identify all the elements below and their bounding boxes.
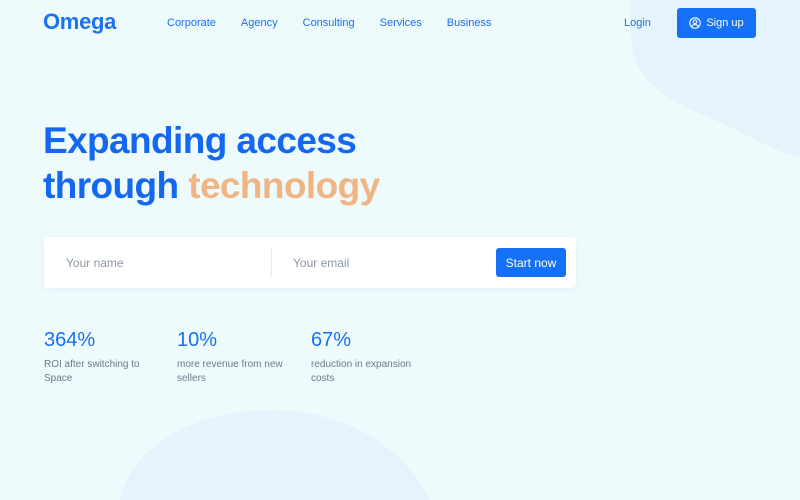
nav-link-agency[interactable]: Agency bbox=[241, 17, 278, 29]
top-navigation: Omega Corporate Agency Consulting Servic… bbox=[0, 0, 800, 46]
stat-value: 67% bbox=[311, 329, 352, 351]
email-input[interactable] bbox=[293, 237, 513, 288]
stat-description: ROI after switching to Space bbox=[44, 359, 140, 384]
signup-label: Sign up bbox=[706, 17, 744, 29]
start-now-button[interactable]: Start now bbox=[496, 248, 566, 277]
nav-links: Corporate Agency Consulting Services Bus… bbox=[167, 17, 516, 29]
hero-line-1: Expanding access bbox=[43, 120, 357, 161]
signup-form: Start now bbox=[44, 237, 576, 288]
stat-value: 364% bbox=[44, 329, 96, 351]
nav-link-business[interactable]: Business bbox=[447, 17, 492, 29]
name-input[interactable] bbox=[66, 237, 286, 288]
nav-link-corporate[interactable]: Corporate bbox=[167, 17, 216, 29]
background-shape-bottom bbox=[120, 410, 430, 500]
login-link[interactable]: Login bbox=[624, 17, 651, 29]
stat-item: 67% reduction in expansion costs bbox=[311, 328, 431, 386]
hero-accent-word: technology bbox=[188, 165, 380, 206]
stat-description: more revenue from new sellers bbox=[177, 359, 283, 384]
user-icon bbox=[689, 17, 702, 29]
hero-heading: Expanding access through technology bbox=[43, 118, 380, 208]
nav-link-consulting[interactable]: Consulting bbox=[303, 17, 355, 29]
form-divider bbox=[271, 248, 272, 277]
stat-item: 10% more revenue from new sellers bbox=[177, 328, 297, 386]
stat-description: reduction in expansion costs bbox=[311, 359, 412, 384]
stat-value: 10% bbox=[177, 329, 218, 351]
nav-link-services[interactable]: Services bbox=[380, 17, 422, 29]
signup-button[interactable]: Sign up bbox=[677, 8, 756, 38]
hero-line-2: through technology bbox=[43, 163, 380, 208]
stat-item: 364% ROI after switching to Space bbox=[44, 328, 164, 386]
logo-text: Omega bbox=[43, 9, 117, 34]
hero-line-2-start: through bbox=[43, 165, 189, 206]
logo[interactable]: Omega bbox=[43, 11, 116, 33]
